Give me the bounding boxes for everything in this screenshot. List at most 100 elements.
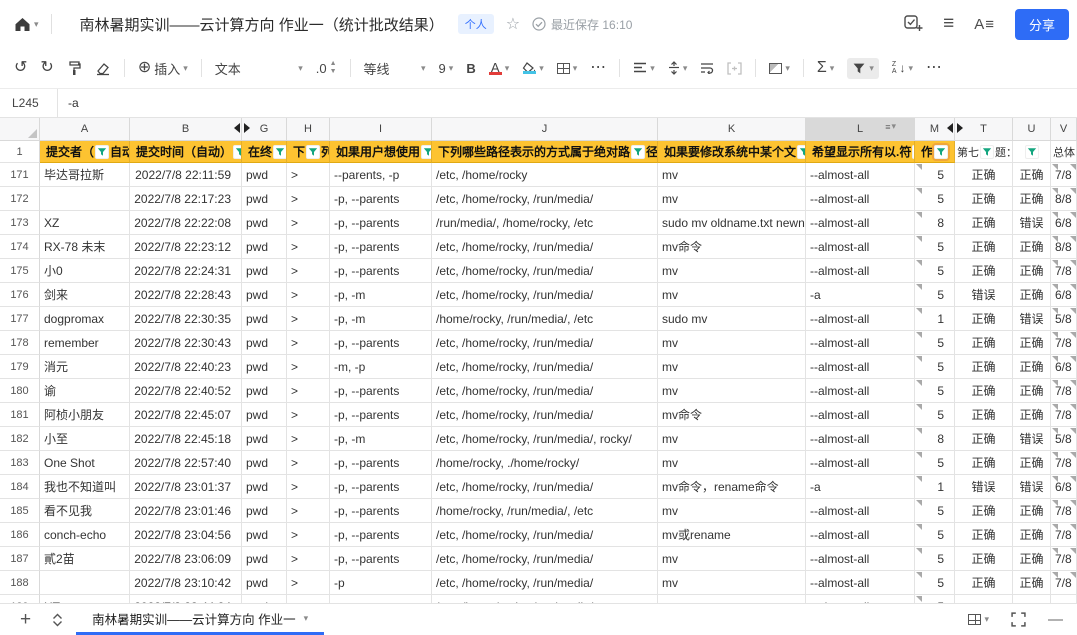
clear-format-button[interactable]: [95, 61, 111, 76]
cell-K176[interactable]: mv: [658, 283, 806, 307]
cell-H171[interactable]: >: [287, 163, 330, 187]
cell-H172[interactable]: >: [287, 187, 330, 211]
cell-G171[interactable]: pwd: [242, 163, 287, 187]
row-number[interactable]: 171: [0, 163, 40, 187]
column-header-K[interactable]: K: [658, 118, 806, 140]
cell-U181[interactable]: 正确: [1013, 403, 1051, 427]
question-header-J[interactable]: 下列哪些路径表示的方式属于绝对路径: [432, 141, 658, 163]
question-header-A[interactable]: 提交者（自动）: [40, 141, 130, 163]
cell-G174[interactable]: pwd: [242, 235, 287, 259]
cell-T174[interactable]: 正确: [955, 235, 1013, 259]
cell-I184[interactable]: -p, --parents: [330, 475, 432, 499]
cell-G183[interactable]: pwd: [242, 451, 287, 475]
cell-I173[interactable]: -p, --parents: [330, 211, 432, 235]
column-header-B[interactable]: B: [130, 118, 242, 140]
cell-M174[interactable]: 5: [915, 235, 955, 259]
cell-G186[interactable]: pwd: [242, 523, 287, 547]
cell-J174[interactable]: /etc, /home/rocky, /run/media/: [432, 235, 658, 259]
cell-G185[interactable]: pwd: [242, 499, 287, 523]
column-filter-button[interactable]: [273, 145, 287, 159]
cell-T185[interactable]: 正确: [955, 499, 1013, 523]
cell-J188[interactable]: /etc, /home/rocky, /run/media/: [432, 571, 658, 595]
row-number[interactable]: 187: [0, 547, 40, 571]
question-header-T[interactable]: 第七题：: [955, 141, 1013, 163]
cell-M188[interactable]: 5: [915, 571, 955, 595]
cell-V175[interactable]: 7/8: [1051, 259, 1077, 283]
cell-T189[interactable]: [955, 595, 1013, 603]
cell-A186[interactable]: conch-echo: [40, 523, 130, 547]
cell-H189[interactable]: >: [287, 595, 330, 603]
cell-G188[interactable]: pwd: [242, 571, 287, 595]
cell-J179[interactable]: /etc, /home/rocky, /run/media/: [432, 355, 658, 379]
bold-button[interactable]: B: [466, 61, 475, 76]
outline-icon[interactable]: A≡: [974, 16, 995, 33]
cell-M186[interactable]: 5: [915, 523, 955, 547]
cell-H188[interactable]: >: [287, 571, 330, 595]
cell-A188[interactable]: [40, 571, 130, 595]
cell-reference-box[interactable]: L245: [0, 89, 58, 117]
cell-L176[interactable]: -a: [806, 283, 915, 307]
cell-J178[interactable]: /etc, /home/rocky, /run/media/: [432, 331, 658, 355]
cell-I187[interactable]: -p, --parents: [330, 547, 432, 571]
menu-icon[interactable]: ≡: [943, 13, 954, 35]
cell-A174[interactable]: RX-78 未末: [40, 235, 130, 259]
column-header-A[interactable]: A: [40, 118, 130, 140]
cell-M175[interactable]: 5: [915, 259, 955, 283]
cell-B174[interactable]: 2022/7/8 22:23:12: [130, 235, 242, 259]
cell-K180[interactable]: mv: [658, 379, 806, 403]
filter-button[interactable]: ▾: [847, 58, 879, 79]
row-number[interactable]: 183: [0, 451, 40, 475]
cell-G184[interactable]: pwd: [242, 475, 287, 499]
cell-V179[interactable]: 6/8: [1051, 355, 1077, 379]
cell-L180[interactable]: --almost-all: [806, 379, 915, 403]
cell-H174[interactable]: >: [287, 235, 330, 259]
cell-U186[interactable]: 正确: [1013, 523, 1051, 547]
sort-button[interactable]: ZA↓▾: [892, 61, 913, 75]
cell-V185[interactable]: 7/8: [1051, 499, 1077, 523]
cell-A173[interactable]: XZ: [40, 211, 130, 235]
row-number[interactable]: 179: [0, 355, 40, 379]
cell-H185[interactable]: >: [287, 499, 330, 523]
row-number[interactable]: 185: [0, 499, 40, 523]
cell-I178[interactable]: -p, --parents: [330, 331, 432, 355]
cell-G173[interactable]: pwd: [242, 211, 287, 235]
cell-U180[interactable]: 正确: [1013, 379, 1051, 403]
column-filter-button[interactable]: [934, 145, 948, 159]
cell-U176[interactable]: 正确: [1013, 283, 1051, 307]
number-format-select[interactable]: 文本▾: [215, 59, 303, 78]
formula-input[interactable]: -a: [58, 96, 79, 110]
cell-A171[interactable]: 毕达哥拉斯: [40, 163, 130, 187]
cell-J185[interactable]: /home/rocky, /run/media/, /etc: [432, 499, 658, 523]
cell-M184[interactable]: 1: [915, 475, 955, 499]
cell-U183[interactable]: 正确: [1013, 451, 1051, 475]
select-all-corner[interactable]: [0, 118, 40, 140]
column-header-V[interactable]: V: [1051, 118, 1077, 140]
cell-H176[interactable]: >: [287, 283, 330, 307]
align-vertical-button[interactable]: ▾: [668, 61, 688, 75]
cell-T172[interactable]: 正确: [955, 187, 1013, 211]
undo-button[interactable]: ↺: [14, 60, 27, 76]
cell-B172[interactable]: 2022/7/8 22:17:23: [130, 187, 242, 211]
cell-U185[interactable]: 正确: [1013, 499, 1051, 523]
cell-U189[interactable]: [1013, 595, 1051, 603]
cell-U178[interactable]: 正确: [1013, 331, 1051, 355]
cell-M178[interactable]: 5: [915, 331, 955, 355]
cell-L189[interactable]: --almost-all: [806, 595, 915, 603]
cell-K182[interactable]: mv: [658, 427, 806, 451]
cell-B182[interactable]: 2022/7/8 22:45:18: [130, 427, 242, 451]
cell-G179[interactable]: pwd: [242, 355, 287, 379]
cell-I177[interactable]: -p, -m: [330, 307, 432, 331]
wrap-text-button[interactable]: [700, 62, 714, 74]
cell-A179[interactable]: 消元: [40, 355, 130, 379]
cell-H182[interactable]: >: [287, 427, 330, 451]
cell-I179[interactable]: -m, -p: [330, 355, 432, 379]
zoom-out-button[interactable]: —: [1048, 611, 1063, 628]
cell-U174[interactable]: 正确: [1013, 235, 1051, 259]
cell-M185[interactable]: 5: [915, 499, 955, 523]
cell-M172[interactable]: 5: [915, 187, 955, 211]
cell-T181[interactable]: 正确: [955, 403, 1013, 427]
cell-J186[interactable]: /etc, /home/rocky, /run/media/: [432, 523, 658, 547]
cell-I189[interactable]: -p, --parents: [330, 595, 432, 603]
cell-B180[interactable]: 2022/7/8 22:40:52: [130, 379, 242, 403]
cell-G177[interactable]: pwd: [242, 307, 287, 331]
